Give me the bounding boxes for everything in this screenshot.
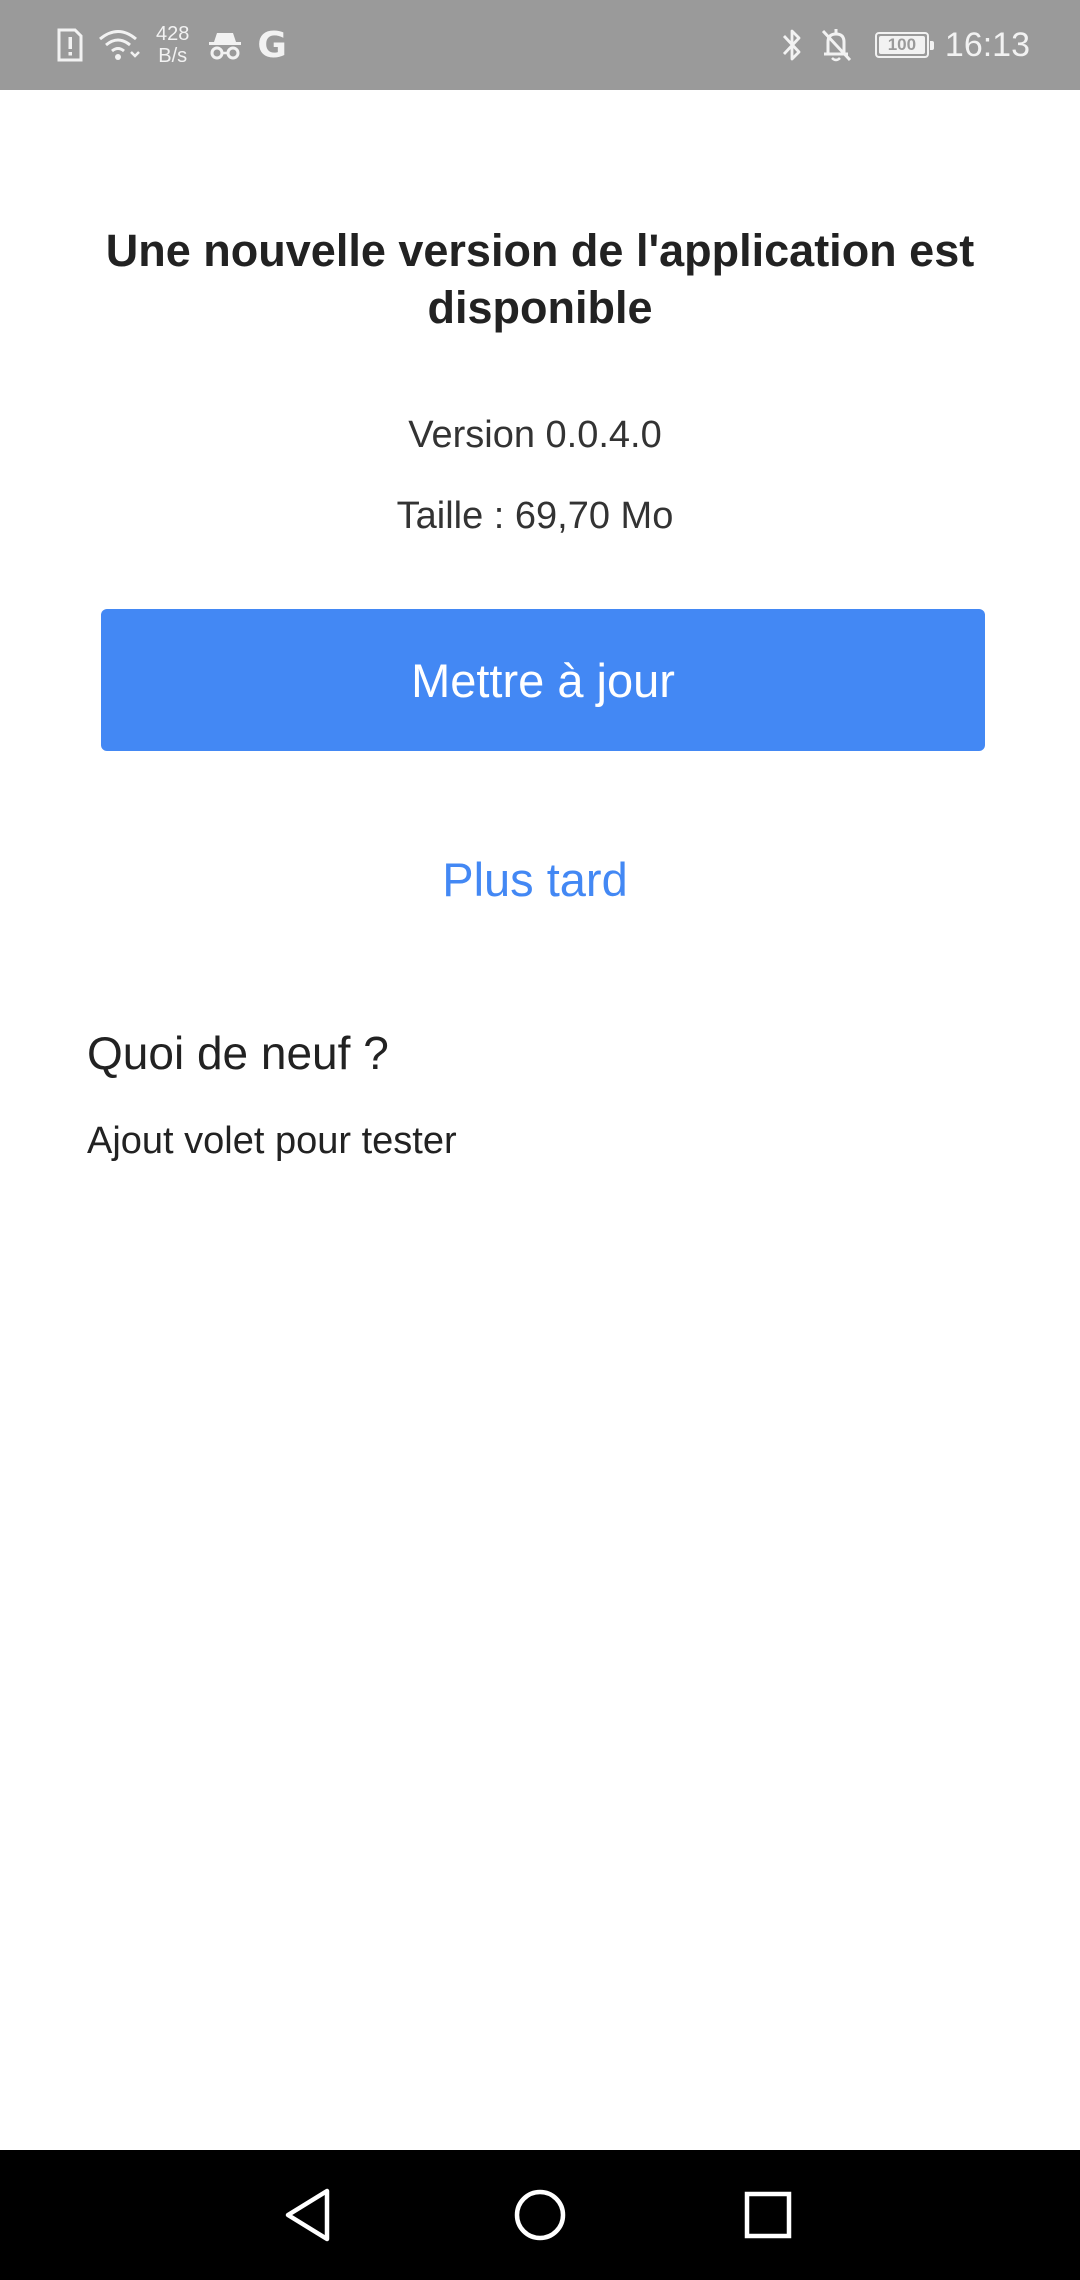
navigation-bar <box>0 2150 1080 2280</box>
status-bar-right: 100 16:13 <box>781 0 1030 90</box>
status-bar: 428 B/s G 100 16:13 <box>0 0 1080 90</box>
status-clock: 16:13 <box>944 25 1030 64</box>
version-text: Version 0.0.4.0 <box>408 414 662 456</box>
later-link[interactable]: Plus tard <box>0 852 1070 907</box>
incognito-icon <box>207 29 243 61</box>
home-button[interactable] <box>480 2150 600 2280</box>
status-bar-left: 428 B/s G <box>56 0 287 90</box>
network-speed: 428 B/s <box>156 23 189 67</box>
network-speed-unit: B/s <box>158 45 188 67</box>
dialog-title: Une nouvelle version de l'application es… <box>105 225 975 333</box>
notifications-off-icon <box>819 27 853 63</box>
wifi-icon <box>98 28 142 62</box>
size-text: Taille : 69,70 Mo <box>396 495 674 537</box>
back-icon <box>285 2188 330 2242</box>
whats-new-body: Ajout volet pour tester <box>87 1120 457 1162</box>
alert-icon <box>56 28 84 62</box>
bluetooth-icon <box>781 27 803 63</box>
update-button-label: Mettre à jour <box>411 653 675 707</box>
battery-level: 100 <box>878 36 925 54</box>
update-button[interactable]: Mettre à jour <box>101 609 985 751</box>
network-speed-value: 428 <box>156 23 190 45</box>
recent-apps-button[interactable] <box>708 2150 828 2280</box>
back-button[interactable] <box>248 2150 368 2280</box>
battery-icon: 100 <box>874 32 934 58</box>
recent-apps-icon <box>744 2191 792 2239</box>
whats-new-heading: Quoi de neuf ? <box>87 1027 389 1079</box>
home-icon <box>514 2189 566 2241</box>
google-icon: G <box>257 24 287 66</box>
